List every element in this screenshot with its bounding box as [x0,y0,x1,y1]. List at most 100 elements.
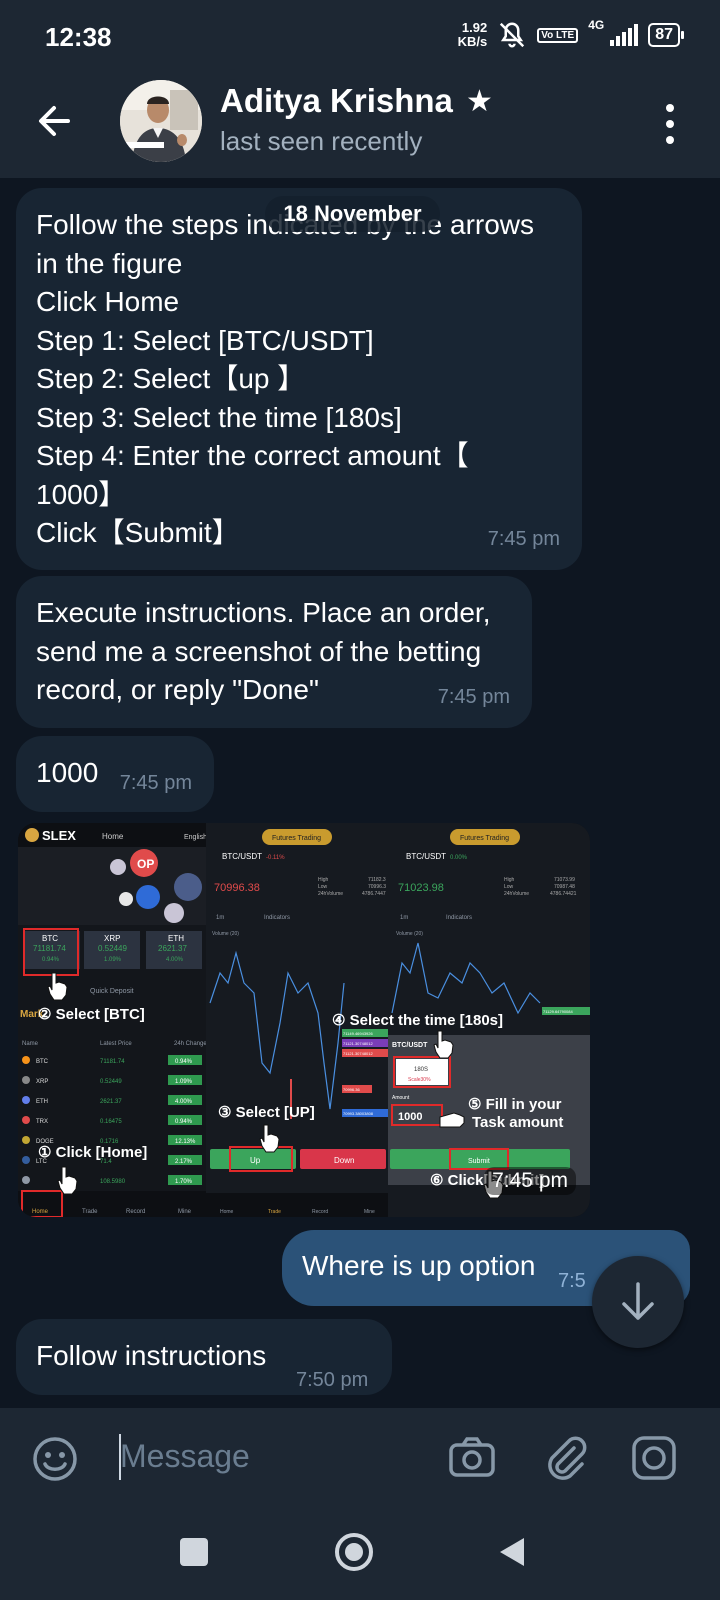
svg-text:BTC/USDT: BTC/USDT [392,1042,428,1049]
message-time: 7:45 pm [487,527,560,550]
svg-text:0.00%: 0.00% [450,855,468,861]
market-row-price: 2621.37 [100,1099,122,1105]
ticker-symbol: BTC [42,934,58,943]
volte-badge: Vo LTE [537,27,579,43]
svg-text:71129.64790084: 71129.64790084 [543,1009,574,1014]
emoji-button[interactable] [30,1434,80,1484]
message-time: 7:45 pm [119,771,192,794]
coin-icon [22,1156,30,1164]
message-input[interactable]: Message [120,1438,250,1475]
message-line: Click Home [36,286,180,317]
svg-text:70996.3: 70996.3 [368,884,386,890]
message-bubble[interactable]: Execute instructions. Place an order, se… [16,576,532,728]
svg-text:1m: 1m [216,915,224,921]
svg-text:High: High [504,877,515,883]
svg-text:Scale30%: Scale30% [408,1077,431,1083]
col-name: Name [22,1041,39,1047]
system-nav-bar [0,1508,720,1600]
message-bubble[interactable]: 1000 7:45 pm [16,736,214,812]
svg-text:70996.36: 70996.36 [343,1087,360,1092]
status-indicators: 1.92 KB/s Vo LTE 4G 87 [458,18,684,50]
coin-icon [22,1056,30,1064]
round-video-icon [632,1436,676,1480]
star-icon: ★ [466,85,493,118]
svg-text:Indicators: Indicators [446,915,472,921]
svg-text:High: High [318,877,329,883]
message-time: 7:50 pm [296,1369,369,1391]
message-line: in the figure [36,247,183,279]
market-row-name: BTC [36,1059,49,1065]
annotation-step2: ② Select [BTC] [38,1006,145,1023]
coin-icon [22,1116,30,1124]
mute-bell-icon [500,22,525,48]
signal-icon: 4G [588,18,639,46]
ticker-change: 4.00% [166,957,184,963]
svg-text:71073.99: 71073.99 [554,877,575,883]
svg-text:Low: Low [504,884,514,890]
lang-text: English [184,834,207,841]
message-time: 7:5 [558,1270,586,1292]
contact-name[interactable]: Aditya Krishna [220,82,453,120]
paperclip-icon [548,1436,587,1480]
back-button[interactable] [30,96,80,146]
annotation-step3: ③ Select [UP] [218,1104,315,1121]
tab-record: Record [126,1209,145,1215]
camera-button[interactable] [446,1432,498,1484]
scroll-down-button[interactable] [592,1256,684,1348]
svg-text:1000: 1000 [398,1111,422,1123]
futures-label: Futures Trading [272,835,321,842]
svg-text:Trade: Trade [268,1209,281,1215]
pair-label: BTC/USDT [222,852,262,861]
back-triangle-icon [500,1538,524,1566]
ticker-change: 0.94% [42,957,60,963]
avatar[interactable] [120,80,202,162]
annotation-step5b: Task amount [472,1114,563,1131]
home-button[interactable] [334,1532,374,1572]
nav-text: Home [102,832,124,841]
market-row-price: 0.16475 [100,1119,122,1125]
svg-text:Submit: Submit [468,1158,490,1165]
market-row-change: 2.17% [175,1159,193,1165]
quick-deposit: Quick Deposit [90,988,134,995]
back-nav-button[interactable] [496,1536,528,1568]
svg-text:Amount: Amount [392,1095,410,1101]
svg-text:1m: 1m [400,915,408,921]
down-button: Down [334,1156,354,1165]
brand-text: SLEX [42,828,76,843]
svg-text:Indicators: Indicators [264,915,290,921]
status-bar: 12:38 1.92 KB/s Vo LTE 4G 87 [0,0,720,66]
video-message-button[interactable] [628,1432,680,1484]
market-row-change: 0.94% [175,1119,193,1125]
message-bubble[interactable]: Follow the steps indicated by the arrows… [16,188,582,570]
svg-text:24hVolume: 24hVolume [318,891,343,897]
more-options-button[interactable] [660,104,680,144]
attach-button[interactable] [540,1432,592,1484]
svg-text:4786.7447: 4786.7447 [362,891,386,897]
svg-text:24hVolume: 24hVolume [504,891,529,897]
recents-button[interactable] [180,1538,208,1566]
chat-header: Aditya Krishna ★ last seen recently [0,66,720,178]
message-list[interactable]: Follow the steps indicated by the arrows… [0,178,720,1408]
col-change: 24h Change [174,1041,207,1047]
ticker-price: 0.52449 [98,944,127,953]
svg-text:70987.48: 70987.48 [554,884,575,890]
message-line: 1000】 [36,478,127,510]
smiley-icon [33,1437,77,1481]
svg-text:Volume (20): Volume (20) [396,931,423,937]
date-chip: 18 November [265,196,440,232]
svg-text:Mine: Mine [364,1209,375,1215]
message-bubble[interactable]: Follow instructions 7:50 pm [16,1319,392,1395]
avatar-photo [120,80,202,162]
market-row-name: ETH [36,1099,48,1105]
ticker-symbol: ETH [168,934,184,943]
market-row-change: 1.09% [175,1079,193,1085]
market-row-price: 108.5980 [100,1179,126,1185]
home-circle-icon [335,1533,373,1571]
ticker-price: 2621.37 [158,944,187,953]
message-text: Where is up option [302,1250,536,1281]
image-time: 7:45 pm [484,1167,576,1195]
svg-text:71023.98: 71023.98 [398,882,444,894]
col-price: Latest Price [100,1041,132,1047]
status-time: 12:38 [45,22,112,52]
image-message[interactable]: SLEX Home English OP BTC 71181.74 0.94% … [18,823,590,1217]
